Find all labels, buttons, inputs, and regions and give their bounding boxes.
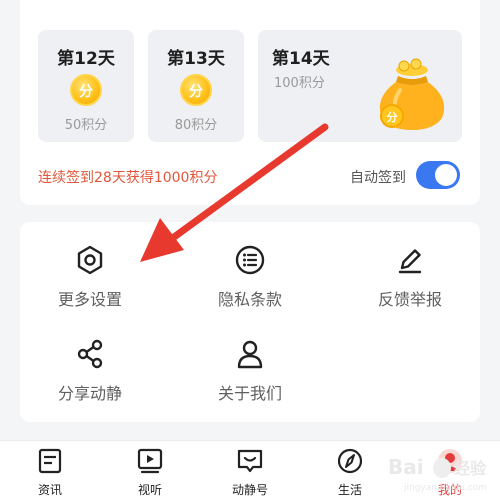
tab-label: 视听 [137,483,162,497]
privacy-terms-item[interactable]: 隐私条款 [190,244,310,324]
chat-face-icon [237,449,263,473]
svg-text:Bai: Bai [388,455,424,479]
baidu-watermark-logo: Bai 经验 jingyan.baidu.com [388,455,487,493]
tab-dongjinghao[interactable]: 动静号 [220,447,280,497]
coin-icon: 分 [70,74,102,106]
day-tile-12[interactable]: 第12天 分 50积分 [38,30,134,142]
auto-checkin-label: 自动签到 [350,170,406,186]
list-circle-icon [235,245,265,275]
streak-reward-text: 连续签到28天获得1000积分 [38,170,218,186]
about-us-item[interactable]: 关于我们 [190,338,310,418]
day-tile-13[interactable]: 第13天 分 80积分 [148,30,244,142]
day-title: 第12天 [57,49,115,69]
day-title: 第13天 [167,49,225,69]
share-icon [77,339,103,369]
tab-label: 资讯 [37,483,62,497]
news-icon [38,448,62,474]
hexagon-settings-icon [77,245,103,275]
tab-life[interactable]: 生活 [320,447,380,497]
setting-label: 更多设置 [57,290,122,309]
tab-news[interactable]: 资讯 [20,447,80,497]
person-icon [237,340,263,369]
day-points: 100积分 [274,76,325,91]
coin-icon: 分 [180,74,212,106]
pencil-icon [398,249,422,274]
more-settings-item[interactable]: 更多设置 [30,244,150,324]
toggle-knob [435,164,457,186]
video-icon [137,448,163,474]
compass-icon [337,448,363,474]
day-points: 80积分 [174,118,218,133]
setting-label: 反馈举报 [377,290,442,309]
settings-card: 更多设置 隐私条款 反馈举报 分享动静 关于我们 [20,222,480,422]
setting-label: 关于我们 [217,384,282,403]
tab-label: 生活 [337,483,362,497]
svg-text:jingyan.baidu.com: jingyan.baidu.com [403,483,487,493]
day-tile-14[interactable]: 第14天 100积分 分 [258,30,462,142]
setting-label: 隐私条款 [217,290,282,309]
day-title: 第14天 [272,49,330,69]
checkin-card: 第12天 分 50积分 第13天 分 80积分 第14天 100积分 分 连续签… [20,0,480,205]
auto-checkin-toggle[interactable] [416,161,460,189]
svg-text:分: 分 [387,110,398,124]
tab-video[interactable]: 视听 [120,447,180,497]
setting-label: 分享动静 [57,384,122,403]
gold-bag-icon: 分 [379,58,445,130]
svg-text:经验: 经验 [454,459,487,478]
tab-label: 动静号 [231,483,268,497]
day-points: 50积分 [64,118,108,133]
feedback-report-item[interactable]: 反馈举报 [350,244,470,324]
share-item[interactable]: 分享动静 [30,338,150,418]
